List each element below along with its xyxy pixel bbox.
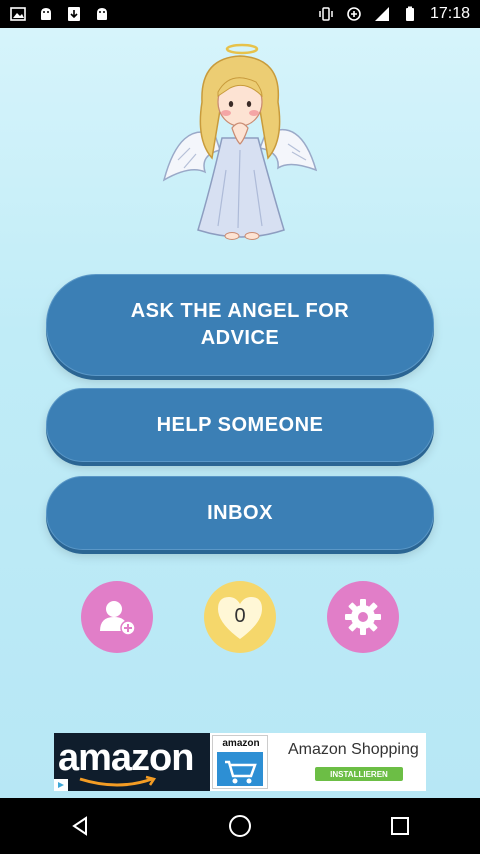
ad-cart-label: amazon — [222, 738, 260, 749]
gear-icon — [345, 599, 381, 635]
inbox-button[interactable]: INBOX — [46, 476, 434, 550]
home-button[interactable] — [216, 802, 264, 850]
ad-logo-area: amazon — [54, 733, 210, 791]
status-bar: 17:18 — [0, 0, 480, 28]
ask-angel-button[interactable]: ASK THE ANGEL FOR ADVICE — [46, 274, 434, 376]
ad-info-icon[interactable] — [54, 779, 68, 791]
navigation-bar — [0, 798, 480, 854]
shopping-cart-icon — [217, 752, 263, 786]
status-time: 17:18 — [429, 5, 470, 22]
ad-banner[interactable]: amazon amazon Amazon Shopping INSTALLIER… — [54, 733, 426, 791]
heart-count: 0 — [234, 604, 246, 627]
help-someone-button[interactable]: HELP SOMEONE — [46, 388, 434, 462]
ad-app-icon: amazon — [212, 735, 268, 789]
recents-icon — [391, 817, 409, 835]
ask-angel-label: ASK THE ANGEL FOR ADVICE — [130, 300, 350, 349]
ad-install-button[interactable]: INSTALLIEREN — [315, 767, 403, 781]
home-icon — [229, 815, 251, 837]
status-left-icons — [10, 6, 110, 22]
settings-button[interactable] — [327, 581, 399, 653]
battery-icon — [405, 6, 414, 21]
android-icon — [97, 8, 107, 20]
signal-icon — [374, 7, 389, 21]
help-someone-label: HELP SOMEONE — [156, 413, 324, 436]
recents-button[interactable] — [376, 802, 424, 850]
status-right-icons: 17:18 — [318, 5, 470, 23]
android-icon — [41, 8, 51, 20]
app-content: ASK THE ANGEL FOR ADVICE HELP SOMEONE IN… — [0, 28, 480, 798]
ad-brand-logo: amazon — [58, 737, 194, 779]
hearts-button[interactable]: 0 — [204, 581, 276, 653]
add-friend-button[interactable] — [81, 581, 153, 653]
ad-title: Amazon Shopping — [288, 741, 419, 758]
back-icon — [72, 816, 87, 836]
back-button[interactable] — [56, 802, 104, 850]
amazon-smile-icon — [79, 775, 157, 787]
data-saver-icon — [347, 7, 361, 21]
image-icon — [10, 7, 26, 21]
vibrate-icon — [319, 7, 333, 21]
angel-illustration — [162, 43, 318, 240]
download-icon — [68, 7, 80, 21]
inbox-label: INBOX — [207, 501, 273, 524]
add-user-icon — [100, 601, 136, 636]
